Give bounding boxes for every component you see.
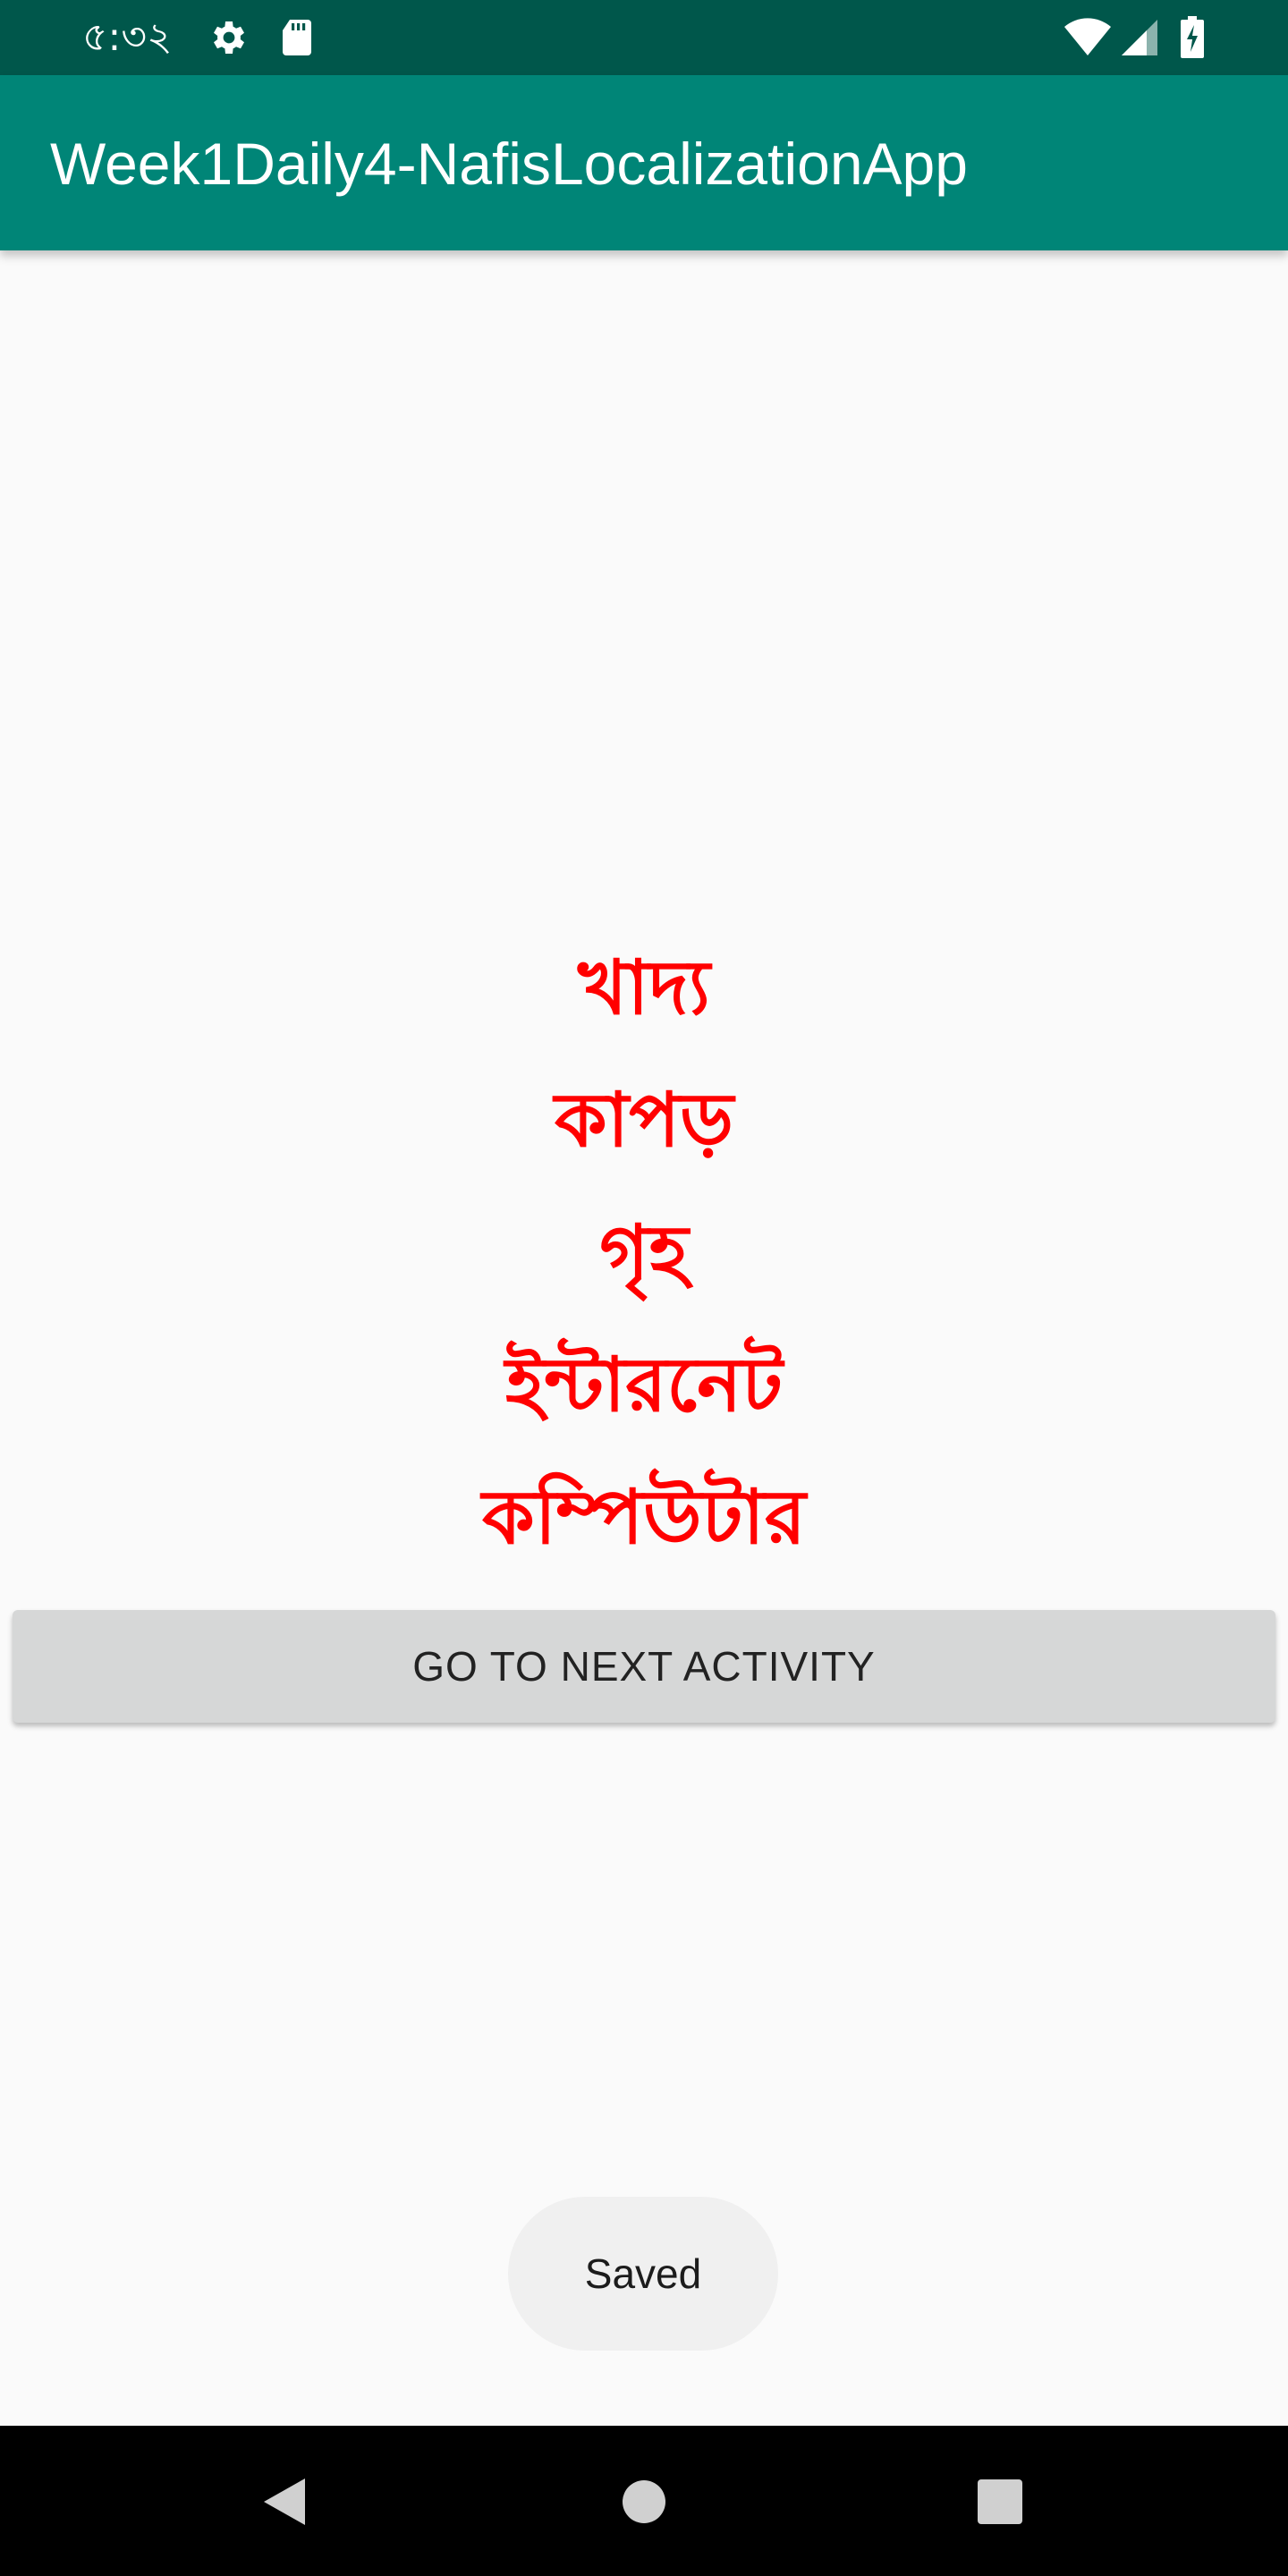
saved-toast: Saved <box>508 2197 778 2351</box>
recents-icon[interactable] <box>951 2453 1049 2551</box>
word-list: খাদ্য কাপড় গৃহ ইন্টারনেট কম্পিউটার <box>0 921 1288 1583</box>
wifi-icon <box>1063 16 1113 59</box>
back-icon[interactable] <box>234 2453 333 2551</box>
word-clothes: কাপড় <box>554 1076 734 1164</box>
word-food: খাদ্য <box>577 944 710 1031</box>
settings-icon <box>206 16 249 59</box>
home-icon[interactable] <box>595 2453 693 2551</box>
status-bar: ৫:৩২ <box>0 0 1288 75</box>
status-time: ৫:৩২ <box>82 14 173 60</box>
battery-charging-icon <box>1177 16 1208 59</box>
navigation-bar <box>0 2426 1288 2576</box>
signal-icon <box>1118 16 1161 59</box>
go-to-next-activity-button[interactable]: GO TO NEXT ACTIVITY <box>13 1610 1275 1723</box>
word-computer: কম্পিউটার <box>482 1473 806 1561</box>
app-title: Week1Daily4-NafisLocalizationApp <box>50 131 968 197</box>
app-bar: Week1Daily4-NafisLocalizationApp <box>0 75 1288 250</box>
word-house: গৃহ <box>599 1208 689 1296</box>
sd-card-icon <box>275 16 318 59</box>
word-internet: ইন্টারনেট <box>504 1341 783 1428</box>
